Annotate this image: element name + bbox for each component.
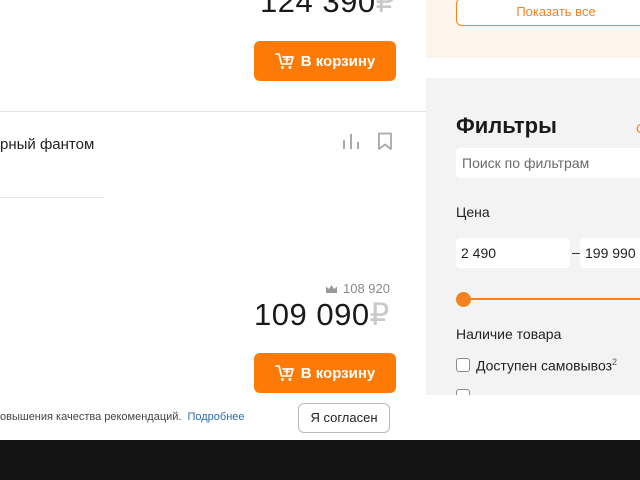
price-filter-label: Цена (456, 204, 490, 220)
product-price-value: 109 090 (254, 297, 370, 332)
show-all-button[interactable]: Показать все (456, 0, 640, 26)
pickup-count: 2 (612, 357, 618, 367)
product-currency: ₽ (369, 297, 390, 332)
pickup-option[interactable]: Доступен самовывоз2 (456, 357, 617, 374)
cart-icon (274, 53, 294, 69)
top-product-currency: ₽ (375, 0, 396, 19)
add-to-cart-button[interactable]: В корзину (254, 353, 396, 393)
cookie-text: овышения качества рекомендаций. Подробнее (0, 411, 245, 423)
bookmark-icon[interactable] (377, 132, 393, 151)
bottom-strip (0, 440, 640, 480)
cookie-more-link[interactable]: Подробнее (187, 411, 244, 423)
price-slider-track[interactable] (463, 298, 640, 300)
pickup-label: Доступен самовывоз2 (476, 357, 617, 374)
price-slider-min-handle[interactable] (456, 292, 471, 307)
pickup-checkbox[interactable] (456, 358, 470, 373)
pickup-label-text: Доступен самовывоз (476, 357, 613, 374)
top-product-price-value: 124 390 (260, 0, 376, 19)
crown-icon (326, 284, 337, 293)
product-divider (0, 111, 426, 112)
filter-search-input[interactable] (456, 148, 640, 178)
compare-icon[interactable] (342, 133, 360, 150)
price-from-input[interactable] (456, 238, 570, 268)
cart-label: В корзину (300, 364, 376, 382)
old-price: 108 920 (325, 281, 390, 296)
top-product-add-to-cart-button[interactable]: В корзину (254, 41, 396, 81)
price-range-dash: – (572, 244, 580, 260)
product-title[interactable]: рный фантом (0, 136, 94, 153)
filters-title: Фильтры (456, 113, 557, 138)
cookie-agree-button[interactable]: Я согласен (298, 403, 390, 433)
top-product-cart-label: В корзину (300, 52, 376, 70)
old-price-value: 108 920 (343, 281, 390, 296)
filters-reset-link[interactable]: С (636, 121, 640, 136)
availability-label: Наличие товара (456, 326, 562, 342)
spec-divider (0, 197, 104, 198)
cookie-message: овышения качества рекомендаций. (0, 411, 182, 423)
price-to-input[interactable] (580, 238, 640, 268)
product-price: 109 090₽ (254, 297, 390, 333)
cart-icon (274, 365, 294, 381)
top-product-price: 124 390₽ (260, 0, 396, 20)
